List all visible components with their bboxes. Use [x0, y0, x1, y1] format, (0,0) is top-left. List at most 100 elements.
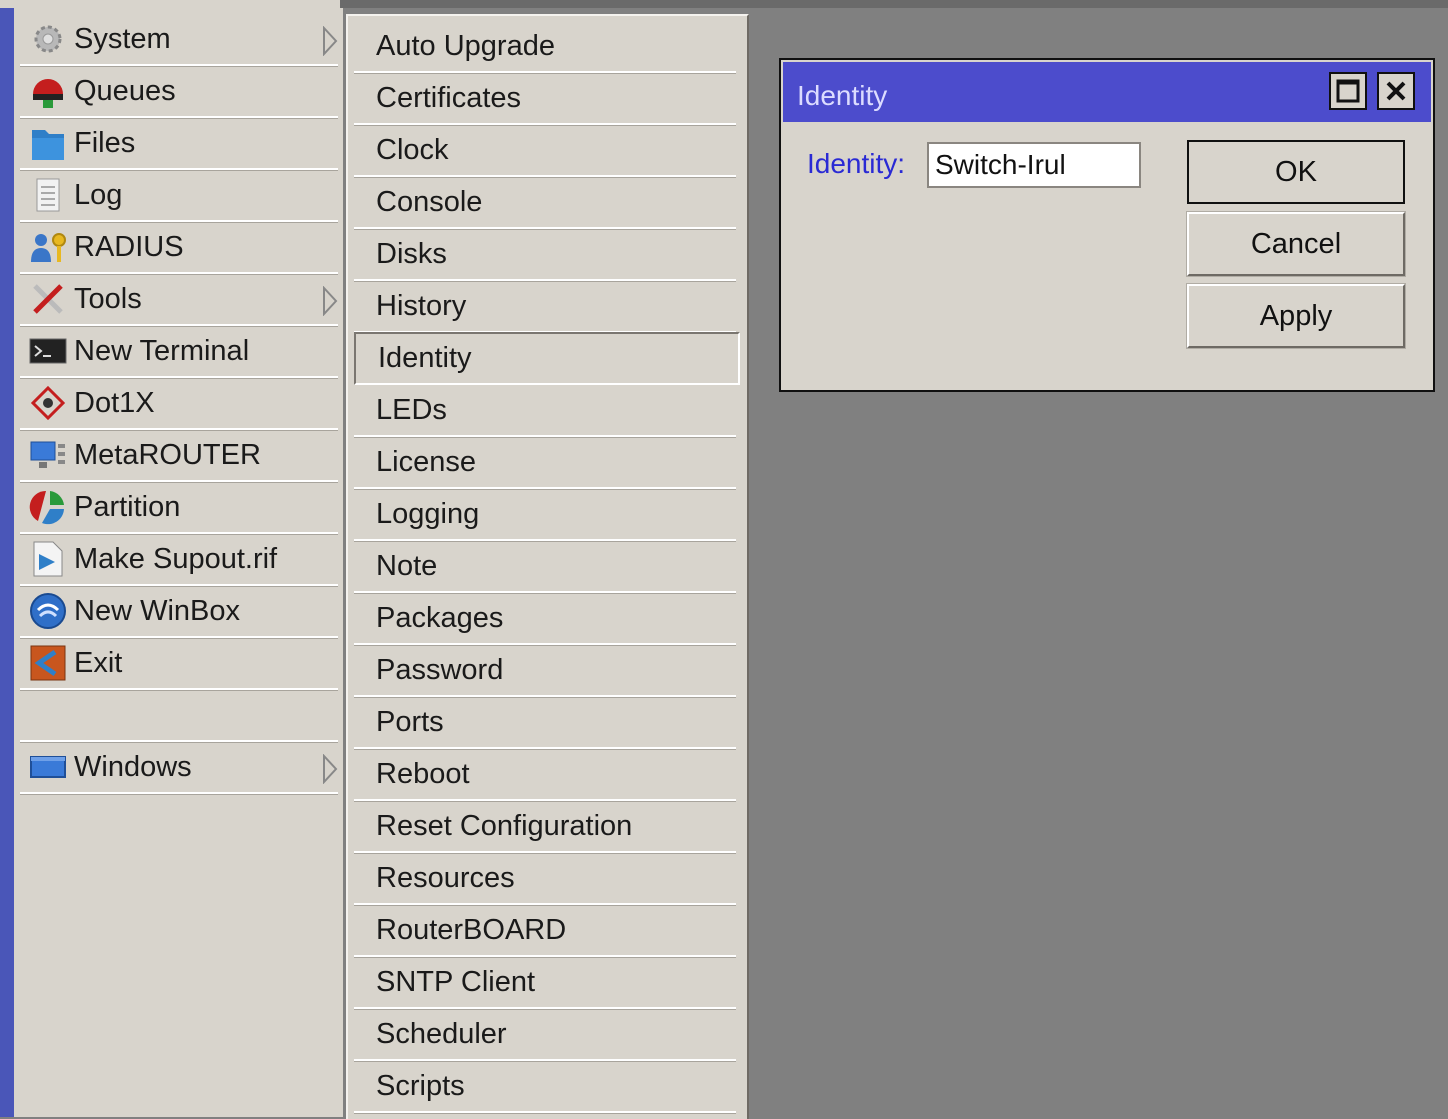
submenu-item-label: Scripts [376, 1070, 465, 1102]
left-edge-bar [0, 8, 14, 1117]
main-menu: System Queues Files Log RADIUS Tools New… [14, 8, 343, 1117]
submenu-item-label: Note [376, 550, 438, 582]
menu-item-exit[interactable]: Exit [20, 638, 338, 690]
menu-item-new-winbox[interactable]: New WinBox [20, 586, 338, 638]
submenu-item-leds[interactable]: LEDs [354, 386, 736, 437]
submenu-item-password[interactable]: Password [354, 646, 736, 697]
submenu-item-reboot[interactable]: Reboot [354, 750, 736, 801]
submenu-item-resources[interactable]: Resources [354, 854, 736, 905]
menu-item-label: System [74, 22, 171, 55]
submenu-item-label: Certificates [376, 82, 522, 114]
menu-item-label: New WinBox [74, 594, 240, 627]
menu-item-log[interactable]: Log [20, 170, 338, 222]
menu-item-label: Dot1X [74, 386, 155, 419]
menu-item-metarouter[interactable]: MetaROUTER [20, 430, 338, 482]
submenu-item-label: Packages [376, 602, 504, 634]
menu-item-make-supout[interactable]: Make Supout.rif [20, 534, 338, 586]
submenu-item-identity[interactable]: Identity [354, 332, 740, 385]
identity-field-label: Identity: [807, 148, 906, 179]
winbox-icon [28, 591, 68, 631]
top-strip [0, 0, 1448, 8]
menu-item-label: MetaROUTER [74, 438, 261, 471]
menu-item-label: Tools [74, 282, 142, 315]
menu-item-queues[interactable]: Queues [20, 66, 338, 118]
menu-item-files[interactable]: Files [20, 118, 338, 170]
dialog-title: Identity [797, 80, 888, 111]
supout-icon [28, 539, 68, 579]
log-icon [28, 175, 68, 215]
menu-item-label: Files [74, 126, 136, 159]
identity-dialog: Identity Identity: OK Cancel Apply [779, 58, 1435, 392]
partition-icon [28, 487, 68, 527]
submenu-item-packages[interactable]: Packages [354, 594, 736, 645]
terminal-icon [28, 331, 68, 371]
submenu-item-label: SNTP Client [376, 966, 536, 998]
menu-item-label: Partition [74, 490, 181, 523]
submenu-item-ports[interactable]: Ports [354, 698, 736, 749]
windows-icon [28, 747, 68, 787]
menu-item-tools[interactable]: Tools [20, 274, 338, 326]
folder-icon [28, 123, 68, 163]
submenu-item-disks[interactable]: Disks [354, 230, 736, 281]
submenu-item-routerboard[interactable]: RouterBOARD [354, 906, 736, 957]
submenu-item-label: RouterBOARD [376, 914, 567, 946]
submenu-item-scripts[interactable]: Scripts [354, 1062, 736, 1113]
close-icon [1386, 81, 1406, 101]
menu-item-dot1x[interactable]: Dot1X [20, 378, 338, 430]
submenu-item-reset-configuration[interactable]: Reset Configuration [354, 802, 736, 853]
cancel-button[interactable]: Cancel [1186, 211, 1406, 277]
submenu-item-sntp-client[interactable]: SNTP Client [354, 958, 736, 1009]
maximize-icon [1336, 79, 1360, 103]
submenu-item-label: Identity [378, 342, 472, 374]
menu-item-label: RADIUS [74, 230, 184, 263]
close-button[interactable] [1377, 72, 1415, 110]
menu-separator [20, 690, 338, 742]
top-strip-menu-part [0, 0, 340, 8]
submenu-item-label: Reboot [376, 758, 470, 790]
menu-item-new-terminal[interactable]: New Terminal [20, 326, 338, 378]
submenu-item-auto-upgrade[interactable]: Auto Upgrade [354, 22, 736, 73]
submenu-item-label: Password [376, 654, 504, 686]
submenu-item-label: Logging [376, 498, 480, 530]
submenu-item-note[interactable]: Note [354, 542, 736, 593]
submenu-item-certificates[interactable]: Certificates [354, 74, 736, 125]
ok-button[interactable]: OK [1187, 140, 1405, 204]
submenu-item-logging[interactable]: Logging [354, 490, 736, 541]
tools-icon [28, 279, 68, 319]
menu-item-system[interactable]: System [20, 14, 338, 66]
submenu-item-label: License [376, 446, 476, 478]
submenu-item-clock[interactable]: Clock [354, 126, 736, 177]
exit-icon [28, 643, 68, 683]
menu-item-label: Queues [74, 74, 176, 107]
submenu-item-label: Reset Configuration [376, 810, 633, 842]
apply-button[interactable]: Apply [1186, 283, 1406, 349]
submenu-item-history[interactable]: History [354, 282, 736, 333]
menu-item-label: New Terminal [74, 334, 250, 367]
menu-item-partition[interactable]: Partition [20, 482, 338, 534]
submenu-item-label: Resources [376, 862, 515, 894]
radius-icon [28, 227, 68, 267]
system-submenu: Auto Upgrade Certificates Clock Console … [346, 14, 749, 1119]
gear-icon [28, 19, 68, 59]
submenu-item-label: Ports [376, 706, 444, 738]
submenu-item-scheduler[interactable]: Scheduler [354, 1010, 736, 1061]
menu-item-label: Exit [74, 646, 123, 679]
submenu-item-label: Scheduler [376, 1018, 507, 1050]
submenu-item-label: Auto Upgrade [376, 30, 555, 62]
submenu-item-label: Disks [376, 238, 447, 270]
queues-icon [28, 71, 68, 111]
submenu-item-license[interactable]: License [354, 438, 736, 489]
submenu-item-label: Clock [376, 134, 449, 166]
submenu-item-label: History [376, 290, 467, 322]
dialog-title-bar[interactable]: Identity [783, 62, 1431, 122]
menu-item-label: Log [74, 178, 123, 211]
metarouter-icon [28, 435, 68, 475]
identity-input[interactable] [927, 142, 1141, 188]
menu-item-windows[interactable]: Windows [20, 742, 338, 794]
submenu-item-label: Console [376, 186, 483, 218]
menu-item-label: Windows [74, 750, 192, 783]
submenu-item-console[interactable]: Console [354, 178, 736, 229]
menu-item-radius[interactable]: RADIUS [20, 222, 338, 274]
dot1x-icon [28, 383, 68, 423]
maximize-button[interactable] [1329, 72, 1367, 110]
